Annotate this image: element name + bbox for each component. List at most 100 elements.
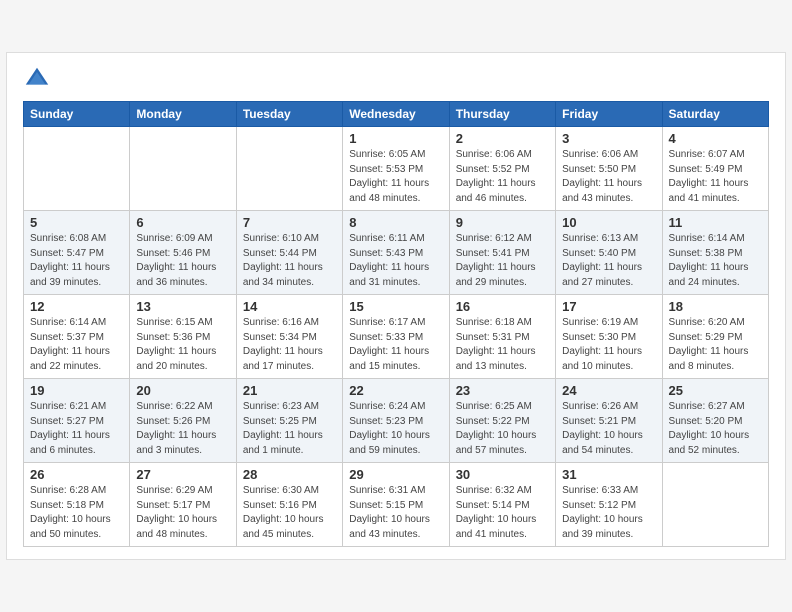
day-info: Sunrise: 6:08 AM Sunset: 5:47 PM Dayligh… bbox=[30, 232, 123, 290]
day-number: 19 bbox=[30, 383, 123, 398]
day-info: Sunrise: 6:12 AM Sunset: 5:41 PM Dayligh… bbox=[456, 232, 549, 290]
day-number: 4 bbox=[669, 131, 762, 146]
day-number: 31 bbox=[562, 467, 655, 482]
day-number: 23 bbox=[456, 383, 549, 398]
day-number: 21 bbox=[243, 383, 336, 398]
day-info: Sunrise: 6:24 AM Sunset: 5:23 PM Dayligh… bbox=[349, 400, 442, 458]
day-number: 9 bbox=[456, 215, 549, 230]
day-info: Sunrise: 6:10 AM Sunset: 5:44 PM Dayligh… bbox=[243, 232, 336, 290]
day-number: 1 bbox=[349, 131, 442, 146]
calendar-cell bbox=[24, 127, 130, 211]
day-number: 8 bbox=[349, 215, 442, 230]
logo-icon bbox=[23, 65, 51, 93]
day-number: 6 bbox=[136, 215, 229, 230]
day-number: 17 bbox=[562, 299, 655, 314]
calendar-cell: 18 Sunrise: 6:20 AM Sunset: 5:29 PM Dayli… bbox=[662, 295, 768, 379]
day-info: Sunrise: 6:33 AM Sunset: 5:12 PM Dayligh… bbox=[562, 484, 655, 542]
weekday-header-saturday: Saturday bbox=[662, 102, 768, 127]
day-number: 15 bbox=[349, 299, 442, 314]
day-info: Sunrise: 6:19 AM Sunset: 5:30 PM Dayligh… bbox=[562, 316, 655, 374]
weekday-header-thursday: Thursday bbox=[449, 102, 555, 127]
day-number: 30 bbox=[456, 467, 549, 482]
day-info: Sunrise: 6:11 AM Sunset: 5:43 PM Dayligh… bbox=[349, 232, 442, 290]
calendar-cell: 20 Sunrise: 6:22 AM Sunset: 5:26 PM Dayli… bbox=[130, 379, 236, 463]
weekday-header-tuesday: Tuesday bbox=[236, 102, 342, 127]
calendar-cell: 23Sunrise: 6:25 AM Sunset: 5:22 PM Dayli… bbox=[449, 379, 555, 463]
day-number: 20 bbox=[136, 383, 229, 398]
day-number: 11 bbox=[669, 215, 762, 230]
day-info: Sunrise: 6:26 AM Sunset: 5:21 PM Dayligh… bbox=[562, 400, 655, 458]
calendar-cell: 5 Sunrise: 6:08 AM Sunset: 5:47 PM Daylig… bbox=[24, 211, 130, 295]
day-info: Sunrise: 6:14 AM Sunset: 5:37 PM Dayligh… bbox=[30, 316, 123, 374]
week-row-1: 1 Sunrise: 6:05 AM Sunset: 5:53 PM Daylig… bbox=[24, 127, 769, 211]
calendar-cell: 29 Sunrise: 6:31 AM Sunset: 5:15 PM Dayli… bbox=[343, 463, 449, 547]
day-info: Sunrise: 6:06 AM Sunset: 5:50 PM Dayligh… bbox=[562, 148, 655, 206]
calendar-cell: 14 Sunrise: 6:16 AM Sunset: 5:34 PM Dayli… bbox=[236, 295, 342, 379]
calendar-cell: 3Sunrise: 6:06 AM Sunset: 5:50 PM Daylig… bbox=[556, 127, 662, 211]
day-info: Sunrise: 6:06 AM Sunset: 5:52 PM Dayligh… bbox=[456, 148, 549, 206]
calendar-cell: 15 Sunrise: 6:17 AM Sunset: 5:33 PM Dayli… bbox=[343, 295, 449, 379]
calendar-cell: 16 Sunrise: 6:18 AM Sunset: 5:31 PM Dayli… bbox=[449, 295, 555, 379]
day-info: Sunrise: 6:17 AM Sunset: 5:33 PM Dayligh… bbox=[349, 316, 442, 374]
day-number: 24 bbox=[562, 383, 655, 398]
calendar-cell: 27Sunrise: 6:29 AM Sunset: 5:17 PM Dayli… bbox=[130, 463, 236, 547]
day-info: Sunrise: 6:29 AM Sunset: 5:17 PM Dayligh… bbox=[136, 484, 229, 542]
week-row-3: 12 Sunrise: 6:14 AM Sunset: 5:37 PM Dayli… bbox=[24, 295, 769, 379]
calendar-cell: 4 Sunrise: 6:07 AM Sunset: 5:49 PM Daylig… bbox=[662, 127, 768, 211]
day-number: 26 bbox=[30, 467, 123, 482]
day-number: 16 bbox=[456, 299, 549, 314]
calendar-cell: 24 Sunrise: 6:26 AM Sunset: 5:21 PM Dayli… bbox=[556, 379, 662, 463]
day-info: Sunrise: 6:20 AM Sunset: 5:29 PM Dayligh… bbox=[669, 316, 762, 374]
weekday-header-sunday: Sunday bbox=[24, 102, 130, 127]
day-number: 2 bbox=[456, 131, 549, 146]
calendar-cell: 26 Sunrise: 6:28 AM Sunset: 5:18 PM Dayli… bbox=[24, 463, 130, 547]
calendar-cell: 9 Sunrise: 6:12 AM Sunset: 5:41 PM Daylig… bbox=[449, 211, 555, 295]
day-info: Sunrise: 6:13 AM Sunset: 5:40 PM Dayligh… bbox=[562, 232, 655, 290]
day-number: 5 bbox=[30, 215, 123, 230]
day-info: Sunrise: 6:07 AM Sunset: 5:49 PM Dayligh… bbox=[669, 148, 762, 206]
calendar-cell: 21 Sunrise: 6:23 AM Sunset: 5:25 PM Dayli… bbox=[236, 379, 342, 463]
day-info: Sunrise: 6:28 AM Sunset: 5:18 PM Dayligh… bbox=[30, 484, 123, 542]
day-info: Sunrise: 6:31 AM Sunset: 5:15 PM Dayligh… bbox=[349, 484, 442, 542]
day-number: 12 bbox=[30, 299, 123, 314]
day-number: 29 bbox=[349, 467, 442, 482]
weekday-header-friday: Friday bbox=[556, 102, 662, 127]
day-info: Sunrise: 6:23 AM Sunset: 5:25 PM Dayligh… bbox=[243, 400, 336, 458]
day-info: Sunrise: 6:21 AM Sunset: 5:27 PM Dayligh… bbox=[30, 400, 123, 458]
week-row-5: 26 Sunrise: 6:28 AM Sunset: 5:18 PM Dayli… bbox=[24, 463, 769, 547]
calendar-cell: 19 Sunrise: 6:21 AM Sunset: 5:27 PM Dayli… bbox=[24, 379, 130, 463]
calendar-cell: 17 Sunrise: 6:19 AM Sunset: 5:30 PM Dayli… bbox=[556, 295, 662, 379]
day-number: 10 bbox=[562, 215, 655, 230]
calendar-header bbox=[23, 65, 769, 93]
calendar-cell bbox=[236, 127, 342, 211]
calendar-cell: 12 Sunrise: 6:14 AM Sunset: 5:37 PM Dayli… bbox=[24, 295, 130, 379]
day-info: Sunrise: 6:18 AM Sunset: 5:31 PM Dayligh… bbox=[456, 316, 549, 374]
day-info: Sunrise: 6:16 AM Sunset: 5:34 PM Dayligh… bbox=[243, 316, 336, 374]
calendar-table: SundayMondayTuesdayWednesdayThursdayFrid… bbox=[23, 101, 769, 547]
calendar-cell: 1 Sunrise: 6:05 AM Sunset: 5:53 PM Daylig… bbox=[343, 127, 449, 211]
calendar-cell bbox=[662, 463, 768, 547]
week-row-2: 5 Sunrise: 6:08 AM Sunset: 5:47 PM Daylig… bbox=[24, 211, 769, 295]
calendar-cell: 13 Sunrise: 6:15 AM Sunset: 5:36 PM Dayli… bbox=[130, 295, 236, 379]
day-number: 28 bbox=[243, 467, 336, 482]
week-row-4: 19 Sunrise: 6:21 AM Sunset: 5:27 PM Dayli… bbox=[24, 379, 769, 463]
day-info: Sunrise: 6:05 AM Sunset: 5:53 PM Dayligh… bbox=[349, 148, 442, 206]
calendar-cell: 7 Sunrise: 6:10 AM Sunset: 5:44 PM Daylig… bbox=[236, 211, 342, 295]
day-info: Sunrise: 6:15 AM Sunset: 5:36 PM Dayligh… bbox=[136, 316, 229, 374]
day-number: 18 bbox=[669, 299, 762, 314]
calendar-cell: 10 Sunrise: 6:13 AM Sunset: 5:40 PM Dayli… bbox=[556, 211, 662, 295]
weekday-header-row: SundayMondayTuesdayWednesdayThursdayFrid… bbox=[24, 102, 769, 127]
calendar-cell: 11Sunrise: 6:14 AM Sunset: 5:38 PM Dayli… bbox=[662, 211, 768, 295]
day-info: Sunrise: 6:27 AM Sunset: 5:20 PM Dayligh… bbox=[669, 400, 762, 458]
weekday-header-monday: Monday bbox=[130, 102, 236, 127]
day-info: Sunrise: 6:30 AM Sunset: 5:16 PM Dayligh… bbox=[243, 484, 336, 542]
day-number: 25 bbox=[669, 383, 762, 398]
day-info: Sunrise: 6:22 AM Sunset: 5:26 PM Dayligh… bbox=[136, 400, 229, 458]
calendar-cell: 8 Sunrise: 6:11 AM Sunset: 5:43 PM Daylig… bbox=[343, 211, 449, 295]
day-number: 13 bbox=[136, 299, 229, 314]
day-number: 7 bbox=[243, 215, 336, 230]
weekday-header-wednesday: Wednesday bbox=[343, 102, 449, 127]
day-number: 14 bbox=[243, 299, 336, 314]
day-info: Sunrise: 6:32 AM Sunset: 5:14 PM Dayligh… bbox=[456, 484, 549, 542]
calendar-cell: 22Sunrise: 6:24 AM Sunset: 5:23 PM Dayli… bbox=[343, 379, 449, 463]
